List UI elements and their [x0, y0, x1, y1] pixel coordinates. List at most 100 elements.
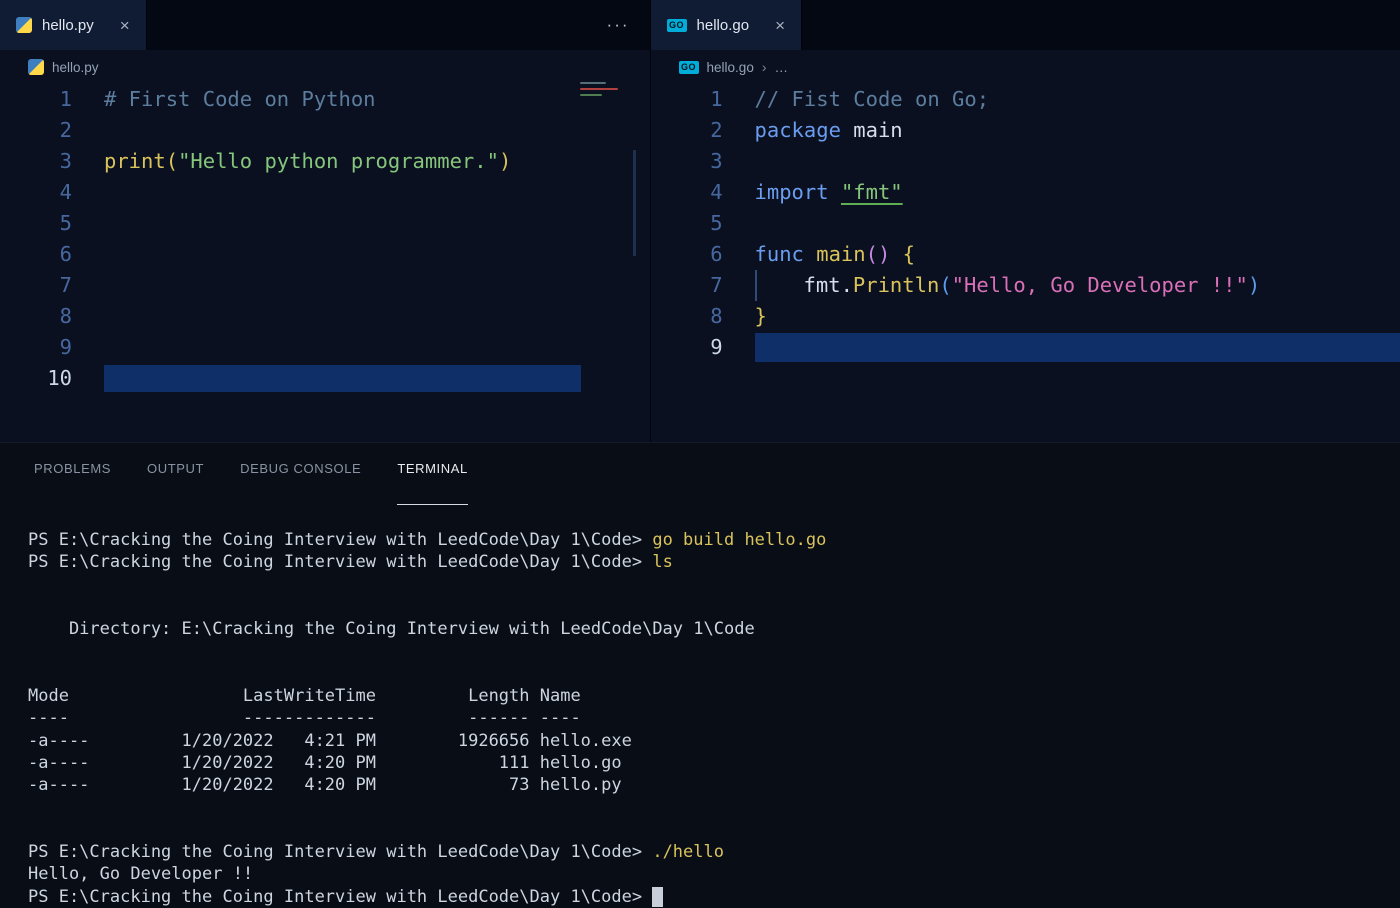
minimap-mark — [579, 82, 606, 84]
tab-label: hello.py — [42, 16, 94, 34]
code-text: // Fist Code on Go; — [723, 84, 990, 115]
code-line[interactable]: 4 — [0, 177, 650, 208]
code-line[interactable]: 6 — [0, 239, 650, 270]
tab-bar-left: hello.py × ··· — [0, 0, 650, 50]
terminal-cursor — [652, 886, 663, 907]
code-line[interactable]: 10 — [0, 363, 650, 394]
editor-scrollbar[interactable] — [632, 150, 636, 256]
code-text: func main() { — [723, 239, 915, 270]
code-line[interactable]: 9 — [0, 332, 650, 363]
go-icon: GO — [678, 60, 699, 74]
code-text: } — [723, 301, 767, 332]
code-token: } — [754, 304, 767, 328]
code-line[interactable]: 7 fmt.Println("Hello, Go Developer !!") — [651, 270, 1400, 301]
code-line[interactable]: 5 — [651, 208, 1400, 239]
breadcrumb-more[interactable]: … — [775, 60, 789, 75]
terminal-output[interactable]: PS E:\Cracking the Coing Interview with … — [0, 505, 1400, 908]
line-number: 4 — [710, 180, 723, 204]
code-text: import "fmt" — [723, 177, 903, 208]
code-line[interactable]: 3 print("Hello python programmer.") — [0, 146, 650, 177]
terminal-token: -a---- 1/20/2022 4:21 PM 1926656 hello.e… — [28, 730, 632, 751]
terminal-line: PS E:\Cracking the Coing Interview with … — [28, 886, 1400, 908]
terminal-line: PS E:\Cracking the Coing Interview with … — [28, 529, 1400, 551]
terminal-line: Hello, Go Developer !! — [28, 863, 1400, 885]
code-token: . — [840, 273, 853, 297]
line-number: 6 — [59, 242, 72, 266]
code-editor-go[interactable]: 1// Fist Code on Go; 2 package main 3 4 impor… — [651, 84, 1400, 363]
breadcrumb[interactable]: GO hello.go › … — [651, 50, 1400, 84]
terminal-token: Mode LastWriteTime Length Name — [28, 686, 581, 707]
terminal-token: ---- ------------- ------ ---- — [28, 708, 581, 729]
code-text: # First Code on Python — [72, 84, 376, 115]
tab-output[interactable]: OUTPUT — [147, 461, 204, 505]
editor-area: hello.py × ··· hello.py 1 # First Code on… — [0, 0, 1400, 442]
code-line[interactable]: 2 — [0, 115, 650, 146]
tab-problems[interactable]: PROBLEMS — [34, 461, 111, 505]
terminal-line: -a---- 1/20/2022 4:20 PM 73 hello.py — [28, 774, 1400, 796]
terminal-token: -a---- 1/20/2022 4:20 PM 73 hello.py — [28, 775, 622, 796]
line-number: 9 — [710, 335, 723, 359]
breadcrumb[interactable]: hello.py — [0, 50, 650, 84]
code-editor-python[interactable]: 1 # First Code on Python 2 3 print("Hello py… — [0, 84, 650, 394]
line-number: 1 — [710, 87, 723, 111]
terminal-line: Directory: E:\Cracking the Coing Intervi… — [28, 618, 1400, 640]
tab-terminal[interactable]: TERMINAL — [397, 461, 468, 505]
close-icon[interactable]: × — [775, 17, 785, 34]
breadcrumb-file[interactable]: hello.py — [52, 60, 99, 75]
terminal-token: PS E:\Cracking the Coing Interview with … — [28, 842, 653, 863]
code-line[interactable]: 2 package main — [651, 115, 1400, 146]
close-icon[interactable]: × — [120, 17, 130, 34]
code-line[interactable]: 9 — [651, 332, 1400, 363]
breadcrumb-file[interactable]: hello.go — [707, 60, 754, 75]
code-token: main — [816, 242, 866, 266]
code-line[interactable]: 6 func main() { — [651, 239, 1400, 270]
code-text: fmt.Println("Hello, Go Developer !!") — [723, 270, 1261, 301]
code-line[interactable]: 8 — [0, 301, 650, 332]
minimap-mark — [579, 94, 602, 96]
minimap-mark — [579, 88, 618, 90]
code-line[interactable]: 5 — [0, 208, 650, 239]
tab-hello-go[interactable]: GO hello.go × — [650, 0, 803, 50]
more-actions-icon[interactable]: ··· — [607, 0, 630, 50]
code-token: "Hello, Go Developer !!" — [951, 273, 1248, 297]
terminal-line: -a---- 1/20/2022 4:21 PM 1926656 hello.e… — [28, 730, 1400, 752]
code-line[interactable]: 7 — [0, 270, 650, 301]
line-number: 1 — [59, 87, 72, 111]
terminal-line: PS E:\Cracking the Coing Interview with … — [28, 551, 1400, 573]
terminal-token: -a---- 1/20/2022 4:20 PM 111 hello.go — [28, 752, 622, 773]
tab-label: hello.go — [696, 16, 750, 34]
code-line[interactable]: 1 # First Code on Python — [0, 84, 650, 115]
python-icon — [16, 17, 32, 33]
code-line[interactable]: 8} — [651, 301, 1400, 332]
terminal-line: Mode LastWriteTime Length Name — [28, 685, 1400, 707]
line-number: 8 — [59, 304, 72, 328]
line-number: 3 — [710, 149, 723, 173]
panel-tab-bar: PROBLEMS OUTPUT DEBUG CONSOLE TERMINAL — [0, 443, 1400, 505]
line-number: 5 — [59, 211, 72, 235]
go-icon: GO — [666, 18, 687, 32]
bottom-panel: PROBLEMS OUTPUT DEBUG CONSOLE TERMINAL P… — [0, 442, 1400, 907]
minimap[interactable] — [579, 82, 626, 124]
code-line[interactable]: 4 import "fmt" — [651, 177, 1400, 208]
line-number: 7 — [710, 273, 723, 297]
editor-group-go: GO hello.go × GO hello.go › … 1 // Fist C… — [649, 0, 1400, 442]
code-line[interactable]: 1 // Fist Code on Go; — [651, 84, 1400, 115]
code-line[interactable]: 3 — [651, 146, 1400, 177]
tab-hello-py[interactable]: hello.py × — [0, 0, 147, 50]
code-text: print("Hello python programmer.") — [72, 146, 511, 177]
code-token: fmt — [803, 273, 841, 297]
tab-debug-console[interactable]: DEBUG CONSOLE — [240, 461, 361, 505]
